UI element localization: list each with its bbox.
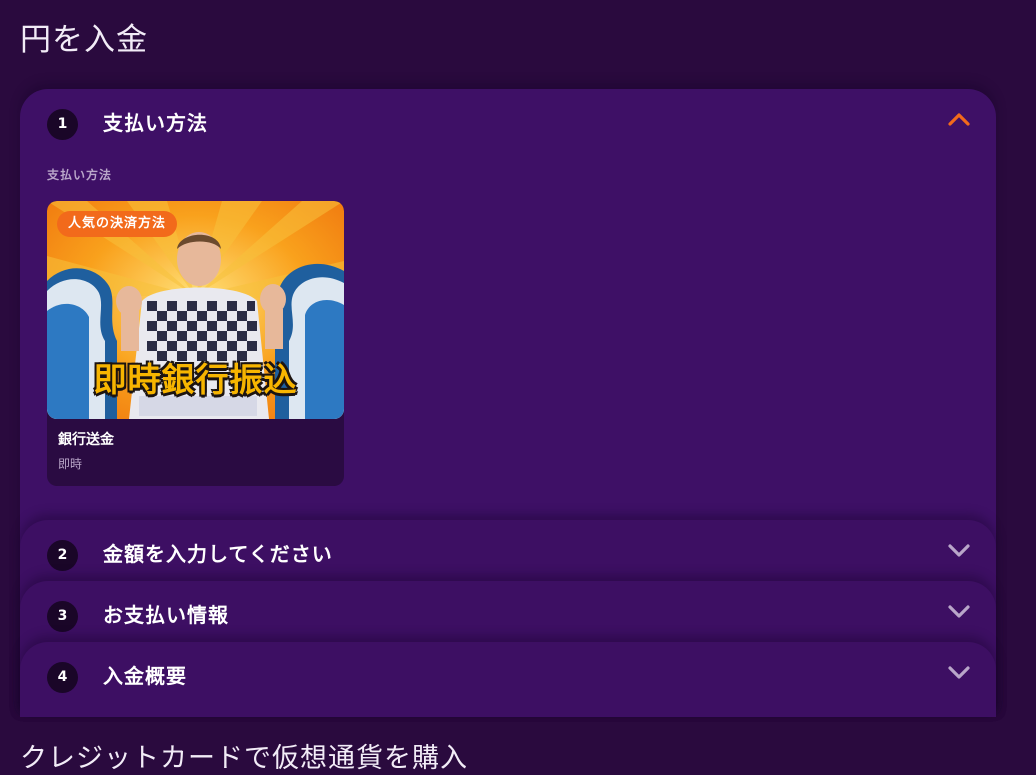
banner-headline: 即時銀行振込 [93,360,298,399]
payment-method-name: 銀行送金 [58,432,114,448]
deposit-accordion: 1 支払い方法 支払い方法 人気の決済方法 即時銀行振込 銀行送金 即時 2 金… [20,89,996,717]
step-title: お支払い情報 [103,603,229,627]
payment-method-speed: 即時 [58,457,83,471]
step-number-badge: 1 [47,109,78,140]
chevron-down-icon[interactable] [948,604,970,618]
step-title: 金額を入力してください [103,542,333,566]
payment-method-section-label: 支払い方法 [47,168,113,182]
payment-method-card-bank-transfer[interactable]: 人気の決済方法 即時銀行振込 銀行送金 即時 [47,201,344,486]
payment-method-banner-image: 人気の決済方法 即時銀行振込 [47,201,344,419]
chevron-down-icon[interactable] [948,665,970,679]
step-panel-deposit-summary: 4 入金概要 [20,642,996,717]
popular-badge: 人気の決済方法 [57,211,178,237]
step-header-payment-info[interactable]: 3 お支払い情報 [20,581,996,643]
step-title: 入金概要 [103,664,187,688]
step-number-badge: 3 [47,601,78,632]
step-number-badge: 4 [47,662,78,693]
step-header-payment-method[interactable]: 1 支払い方法 [20,89,996,151]
step-number-badge: 2 [47,540,78,571]
step-header-deposit-summary[interactable]: 4 入金概要 [20,642,996,704]
step-title: 支払い方法 [103,111,208,135]
buy-crypto-heading: クレジットカードで仮想通貨を購入 [20,743,468,774]
step-header-amount[interactable]: 2 金額を入力してください [20,520,996,582]
chevron-down-icon[interactable] [948,543,970,557]
page-title: 円を入金 [20,22,148,58]
chevron-up-icon[interactable] [948,112,970,126]
